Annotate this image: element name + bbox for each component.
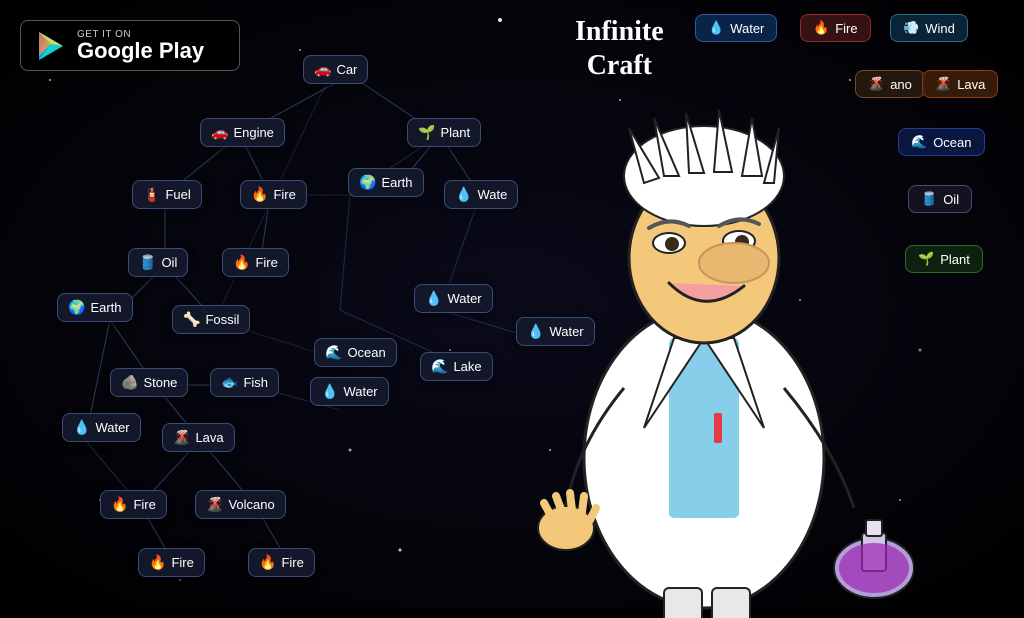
play-store-icon: [35, 30, 67, 62]
node-water-lower-label: Water: [343, 384, 377, 399]
node-fire-top-label: Fire: [273, 187, 295, 202]
node-engine-label: Engine: [233, 125, 273, 140]
fire-mid-emoji: 🔥: [233, 254, 250, 271]
node-water-farleft[interactable]: 💧 Water: [62, 413, 141, 442]
earth-left-emoji: 🌍: [68, 299, 85, 316]
node-fuel-label: Fuel: [165, 187, 190, 202]
node-fire-bot1[interactable]: 🔥 Fire: [138, 548, 205, 577]
rpanel-wind-label: Wind: [925, 21, 955, 36]
node-fire-bot2[interactable]: 🔥 Fire: [248, 548, 315, 577]
node-water-lower[interactable]: 💧 Water: [310, 377, 389, 406]
fire-bot1-emoji: 🔥: [149, 554, 166, 571]
ocean-emoji: 🌊: [325, 344, 342, 361]
lake-emoji: 🌊: [431, 358, 448, 375]
scientist-character: [544, 58, 964, 618]
fuel-emoji: 🧯: [143, 186, 160, 203]
node-fire-botleft[interactable]: 🔥 Fire: [100, 490, 167, 519]
node-fire-mid-label: Fire: [255, 255, 277, 270]
fire-botleft-emoji: 🔥: [111, 496, 128, 513]
fossil-emoji: 🦴: [183, 311, 200, 328]
water-lower-emoji: 💧: [321, 383, 338, 400]
plant-emoji: 🌱: [418, 124, 435, 141]
volcano-emoji: 🌋: [206, 496, 223, 513]
node-engine[interactable]: 🚗 Engine: [200, 118, 285, 147]
node-lava[interactable]: 🌋 Lava: [162, 423, 235, 452]
node-ocean[interactable]: 🌊 Ocean: [314, 338, 397, 367]
node-lava-label: Lava: [195, 430, 223, 445]
node-fish[interactable]: 🐟 Fish: [210, 368, 279, 397]
node-fire-bot1-label: Fire: [171, 555, 193, 570]
node-car[interactable]: 🚗 Car: [303, 55, 368, 84]
node-stone-label: Stone: [143, 375, 177, 390]
node-ocean-label: Ocean: [347, 345, 385, 360]
node-fire-mid[interactable]: 🔥 Fire: [222, 248, 289, 277]
engine-emoji: 🚗: [211, 124, 228, 141]
node-volcano-label: Volcano: [228, 497, 274, 512]
node-fire-bot2-label: Fire: [281, 555, 303, 570]
fire-bot2-emoji: 🔥: [259, 554, 276, 571]
node-lake-label: Lake: [453, 359, 481, 374]
node-fire-top[interactable]: 🔥 Fire: [240, 180, 307, 209]
node-plant-left[interactable]: 🌱 Plant: [407, 118, 481, 147]
lava-emoji: 🌋: [173, 429, 190, 446]
node-water-farleft-label: Water: [95, 420, 129, 435]
node-lake[interactable]: 🌊 Lake: [420, 352, 493, 381]
google-play-badge[interactable]: GET IT ON Google Play: [20, 20, 240, 71]
fire-top-emoji: 🔥: [251, 186, 268, 203]
earth-top-emoji: 🌍: [359, 174, 376, 191]
node-fossil[interactable]: 🦴 Fossil: [172, 305, 250, 334]
node-volcano[interactable]: 🌋 Volcano: [195, 490, 286, 519]
node-plant-left-label: Plant: [440, 125, 470, 140]
water-topright-emoji: 💧: [455, 186, 472, 203]
node-oil-label: Oil: [161, 255, 177, 270]
oil-emoji: 🛢️: [139, 254, 156, 271]
node-water-midright[interactable]: 💧 Water: [414, 284, 493, 313]
node-water-midright-label: Water: [447, 291, 481, 306]
fish-emoji: 🐟: [221, 374, 238, 391]
car-emoji: 🚗: [314, 61, 331, 78]
water-midright-emoji: 💧: [425, 290, 442, 307]
node-fire-botleft-label: Fire: [133, 497, 155, 512]
node-earth-top-label: Earth: [381, 175, 412, 190]
node-car-label: Car: [336, 62, 357, 77]
node-stone[interactable]: 🪨 Stone: [110, 368, 188, 397]
water-farleft-emoji: 💧: [73, 419, 90, 436]
node-earth-left-label: Earth: [90, 300, 121, 315]
node-fossil-label: Fossil: [205, 312, 239, 327]
node-earth-top[interactable]: 🌍 Earth: [348, 168, 424, 197]
node-oil[interactable]: 🛢️ Oil: [128, 248, 188, 277]
node-fish-label: Fish: [243, 375, 268, 390]
node-fuel[interactable]: 🧯 Fuel: [132, 180, 202, 209]
google-play-bottom-text: Google Play: [77, 40, 204, 62]
stone-emoji: 🪨: [121, 374, 138, 391]
node-earth-left[interactable]: 🌍 Earth: [57, 293, 133, 322]
